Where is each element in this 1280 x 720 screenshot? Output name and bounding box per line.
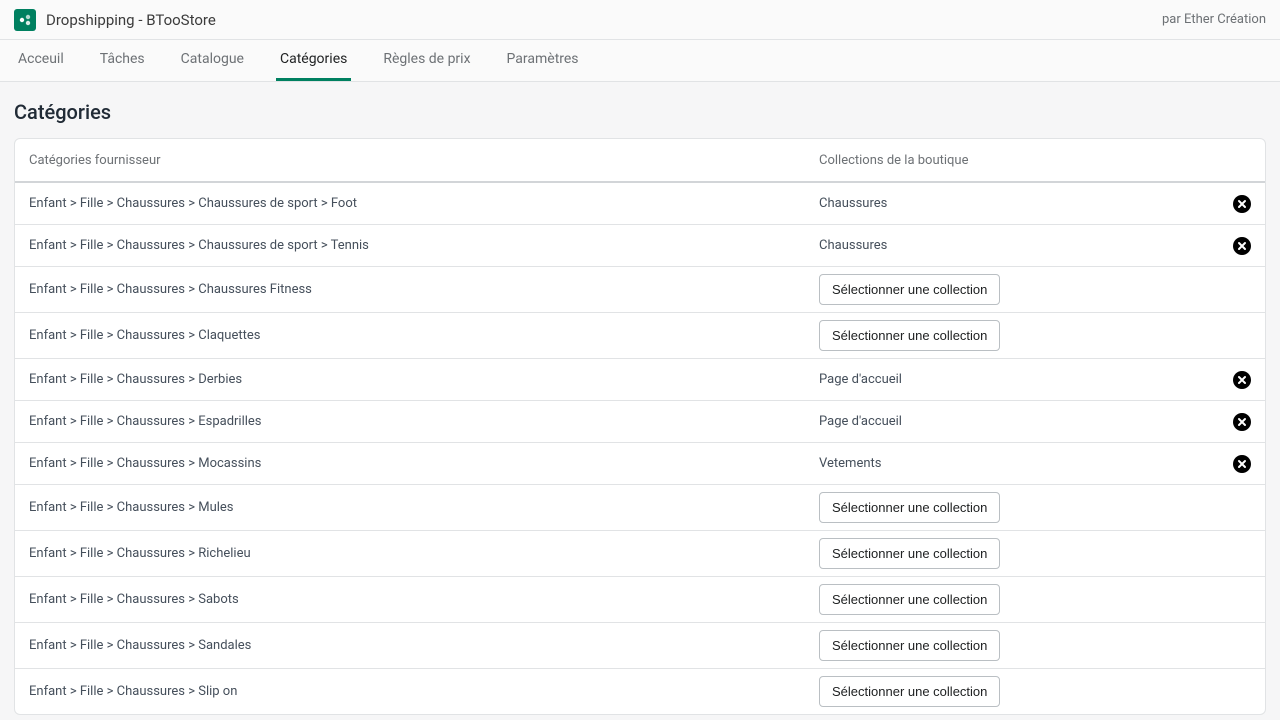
supplier-category: Enfant > Fille > Chaussures > Slip on [29, 684, 819, 699]
table-row: Enfant > Fille > Chaussures > Chaussures… [15, 225, 1265, 267]
table-header: Catégories fournisseur Collections de la… [15, 139, 1265, 183]
select-collection-button[interactable]: Sélectionner une collection [819, 320, 1000, 351]
tab-parametres[interactable]: Paramètres [503, 40, 583, 81]
table-row: Enfant > Fille > Chaussures > MocassinsV… [15, 443, 1265, 485]
supplier-category: Enfant > Fille > Chaussures > Sabots [29, 592, 819, 607]
table-row: Enfant > Fille > Chaussures > Chaussures… [15, 183, 1265, 225]
tab-acceuil[interactable]: Acceuil [14, 40, 68, 81]
table-row: Enfant > Fille > Chaussures > Chaussures… [15, 267, 1265, 313]
select-collection-button[interactable]: Sélectionner une collection [819, 630, 1000, 661]
remove-icon[interactable] [1233, 237, 1251, 255]
select-collection-button[interactable]: Sélectionner une collection [819, 274, 1000, 305]
tab-regles-de-prix[interactable]: Règles de prix [379, 40, 474, 81]
supplier-category: Enfant > Fille > Chaussures > Mocassins [29, 456, 819, 471]
supplier-category: Enfant > Fille > Chaussures > Sandales [29, 638, 819, 653]
remove-icon[interactable] [1233, 455, 1251, 473]
tab-catalogue[interactable]: Catalogue [177, 40, 248, 81]
supplier-category: Enfant > Fille > Chaussures > Espadrille… [29, 414, 819, 429]
collection-name: Chaussures [819, 238, 1221, 253]
supplier-category: Enfant > Fille > Chaussures > Richelieu [29, 546, 819, 561]
select-collection-button[interactable]: Sélectionner une collection [819, 676, 1000, 707]
column-header-collection: Collections de la boutique [819, 153, 1221, 168]
page-title: Catégories [14, 100, 1266, 124]
remove-icon[interactable] [1233, 195, 1251, 213]
remove-icon[interactable] [1233, 413, 1251, 431]
categories-table: Catégories fournisseur Collections de la… [14, 138, 1266, 715]
supplier-category: Enfant > Fille > Chaussures > Claquettes [29, 328, 819, 343]
select-collection-button[interactable]: Sélectionner une collection [819, 584, 1000, 615]
collection-name: Chaussures [819, 196, 1221, 211]
table-row: Enfant > Fille > Chaussures > Claquettes… [15, 313, 1265, 359]
app-logo-icon [14, 9, 36, 31]
table-row: Enfant > Fille > Chaussures > RichelieuS… [15, 531, 1265, 577]
table-row: Enfant > Fille > Chaussures > SandalesSé… [15, 623, 1265, 669]
remove-icon[interactable] [1233, 371, 1251, 389]
main-tabs: Acceuil Tâches Catalogue Catégories Règl… [0, 40, 1280, 82]
collection-name: Page d'accueil [819, 372, 1221, 387]
top-bar: Dropshipping - BTooStore par Ether Créat… [0, 0, 1280, 40]
supplier-category: Enfant > Fille > Chaussures > Mules [29, 500, 819, 515]
table-row: Enfant > Fille > Chaussures > MulesSélec… [15, 485, 1265, 531]
supplier-category: Enfant > Fille > Chaussures > Chaussures… [29, 282, 819, 297]
table-row: Enfant > Fille > Chaussures > Slip onSél… [15, 669, 1265, 714]
supplier-category: Enfant > Fille > Chaussures > Chaussures… [29, 238, 819, 253]
table-row: Enfant > Fille > Chaussures > DerbiesPag… [15, 359, 1265, 401]
column-header-supplier: Catégories fournisseur [29, 153, 819, 168]
table-row: Enfant > Fille > Chaussures > SabotsSéle… [15, 577, 1265, 623]
select-collection-button[interactable]: Sélectionner une collection [819, 538, 1000, 569]
supplier-category: Enfant > Fille > Chaussures > Chaussures… [29, 196, 819, 211]
collection-name: Page d'accueil [819, 414, 1221, 429]
tab-taches[interactable]: Tâches [96, 40, 149, 81]
collection-name: Vetements [819, 456, 1221, 471]
tab-categories[interactable]: Catégories [276, 40, 351, 81]
table-row: Enfant > Fille > Chaussures > Espadrille… [15, 401, 1265, 443]
supplier-category: Enfant > Fille > Chaussures > Derbies [29, 372, 819, 387]
select-collection-button[interactable]: Sélectionner une collection [819, 492, 1000, 523]
app-author: par Ether Création [1162, 12, 1266, 27]
app-title: Dropshipping - BTooStore [46, 11, 216, 29]
